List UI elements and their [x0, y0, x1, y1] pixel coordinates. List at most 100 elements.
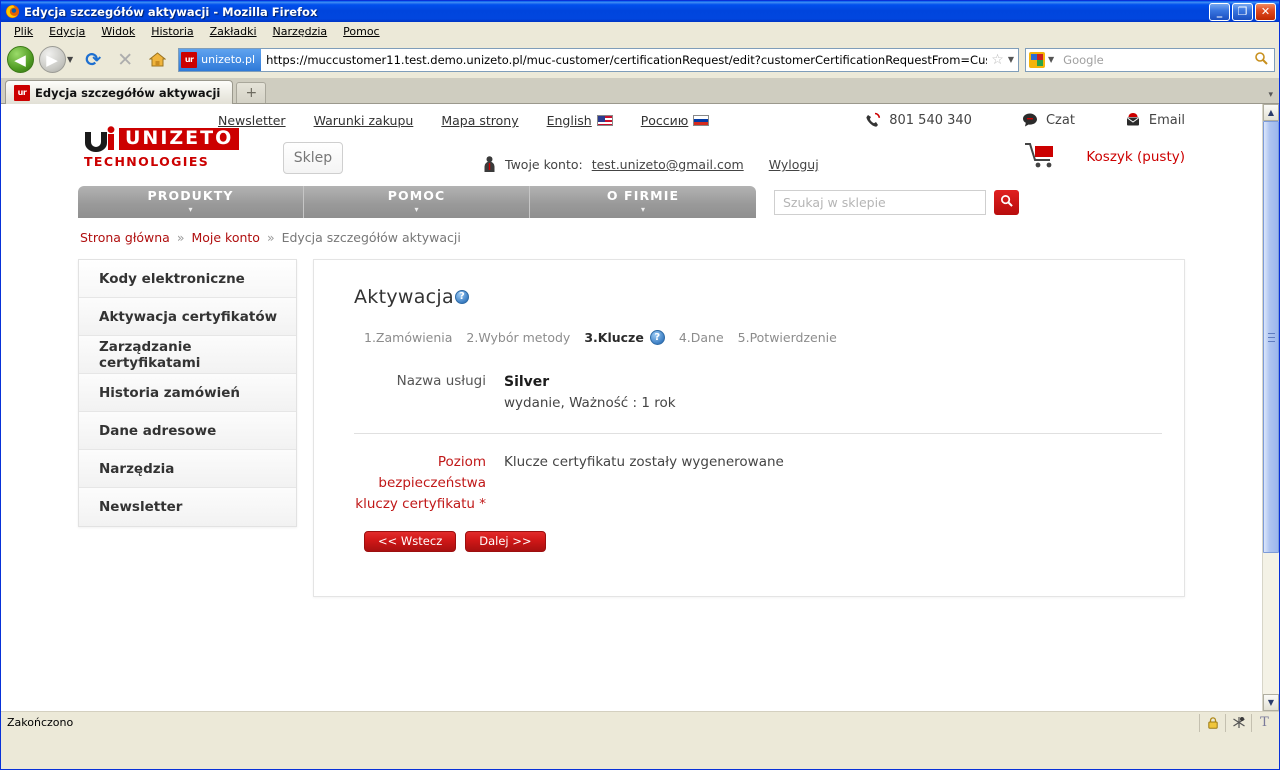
text-encoding-icon[interactable]: T: [1251, 713, 1277, 732]
contact-chat[interactable]: Czat: [1022, 112, 1075, 128]
wizard-step-2-label: 2.Wybór metody: [466, 330, 571, 345]
close-button[interactable]: ✕: [1255, 2, 1276, 21]
sidebar-item-dane-adresowe[interactable]: Dane adresowe: [79, 412, 296, 450]
menu-narzedzia[interactable]: Narzędzia: [266, 23, 335, 40]
top-link-warunki-zakupu[interactable]: Warunki zakupu: [314, 113, 414, 128]
breadcrumb-separator: »: [176, 230, 185, 245]
wizard-step-2[interactable]: 2.Wybór metody: [466, 330, 570, 345]
sidebar-item-narzedzia[interactable]: Narzędzia: [79, 450, 296, 488]
new-tab-button[interactable]: +: [236, 82, 267, 103]
menu-historia[interactable]: Historia: [144, 23, 200, 40]
scrollbar-thumb[interactable]: [1263, 121, 1279, 553]
field-value-nazwa-uslugi: Silver wydanie, Ważność : 1 rok: [504, 371, 676, 415]
maximize-button[interactable]: ❐: [1232, 2, 1253, 21]
text-encoding-glyph: T: [1260, 715, 1269, 730]
shop-search-input[interactable]: Szukaj w sklepie: [774, 189, 986, 215]
search-input[interactable]: Google: [1061, 53, 1251, 67]
title-bar: Edycja szczegółów aktywacji - Mozilla Fi…: [1, 1, 1279, 22]
top-link-english[interactable]: English: [547, 113, 613, 128]
wizard-step-3[interactable]: 3.Klucze ?: [584, 330, 665, 345]
search-icon: [1000, 194, 1013, 211]
reload-icon: ⟳: [85, 48, 102, 71]
minimize-button[interactable]: _: [1209, 2, 1230, 21]
email-icon: [1125, 112, 1141, 128]
sidebar-item-aktywacja-certyfikatow[interactable]: Aktywacja certyfikatów: [79, 298, 296, 336]
next-button[interactable]: Dalej >>: [465, 530, 546, 552]
cart-icon[interactable]: [1024, 142, 1058, 172]
lock-icon[interactable]: [1199, 713, 1225, 732]
nav-item-produkty[interactable]: PRODUKTY ▾: [78, 186, 304, 218]
menu-widok[interactable]: Widok: [94, 23, 142, 40]
sidebar-item-label: Narzędzia: [99, 460, 175, 477]
back-button[interactable]: ◀: [5, 45, 35, 75]
vertical-scrollbar[interactable]: ▲ ▼: [1262, 104, 1279, 711]
form-row-key-security-level: Poziom bezpieczeństwa kluczy certyfikatu…: [354, 432, 1162, 515]
reload-button[interactable]: ⟳: [78, 45, 108, 75]
top-link-russian[interactable]: Россию: [641, 113, 710, 128]
nav-item-pomoc-label: POMOC: [387, 188, 446, 204]
back-arrow-icon: ◀: [6, 46, 34, 73]
sklep-button[interactable]: Sklep: [283, 142, 343, 174]
top-link-russian-label: Россию: [640, 113, 689, 128]
wizard-step-5[interactable]: 5.Potwierdzenie: [738, 330, 837, 345]
shop-search-button[interactable]: [994, 189, 1019, 215]
menu-plik-label: Plik: [14, 25, 34, 38]
menu-pomoc[interactable]: Pomoc: [336, 23, 386, 40]
stop-button[interactable]: ✕: [110, 45, 140, 75]
nav-item-o-firmie[interactable]: O FIRMIE ▾: [530, 186, 756, 218]
site-container: Newsletter Warunki zakupu Mapa strony En…: [78, 104, 1185, 597]
status-icons: T: [1199, 713, 1277, 732]
back-button[interactable]: << Wstecz: [364, 530, 457, 552]
menu-plik[interactable]: Plik: [7, 23, 40, 40]
google-icon[interactable]: [1029, 51, 1045, 68]
top-links: Newsletter Warunki zakupu Mapa strony En…: [218, 113, 710, 128]
forward-button[interactable]: ▶: [37, 45, 67, 75]
chevron-down-icon[interactable]: ▼: [1008, 55, 1018, 64]
sidebar-item-label: Dane adresowe: [99, 422, 217, 439]
browser-window: Edycja szczegółów aktywacji - Mozilla Fi…: [0, 0, 1280, 770]
top-link-warunki-zakupu-label: Warunki zakupu: [313, 113, 414, 128]
tab-list-button[interactable]: ▾: [1268, 90, 1279, 103]
breadcrumb-item-strona-glowna[interactable]: Strona główna: [80, 230, 170, 245]
tab-edycja-szczegolow-aktywacji[interactable]: ur Edycja szczegółów aktywacji: [5, 80, 234, 104]
plugin-icon[interactable]: [1225, 713, 1251, 732]
browser-search-bar[interactable]: ▼ Google: [1025, 47, 1275, 72]
breadcrumb-item-moje-konto[interactable]: Moje konto: [191, 230, 259, 245]
chevron-down-icon[interactable]: ▼: [1048, 55, 1058, 64]
wizard-step-5-label: 5.Potwierdzenie: [737, 330, 837, 345]
nav-item-pomoc[interactable]: POMOC ▾: [304, 186, 530, 218]
menu-edycja[interactable]: Edycja: [42, 23, 92, 40]
tab-strip: ur Edycja szczegółów aktywacji + ▾: [1, 78, 1279, 104]
bookmark-star-icon[interactable]: ☆: [987, 52, 1008, 68]
menu-zakladki[interactable]: Zakładki: [203, 23, 264, 40]
sidebar-item-kody-elektroniczne[interactable]: Kody elektroniczne: [79, 260, 296, 298]
cart-box[interactable]: Koszyk (pusty): [1024, 142, 1185, 172]
scroll-up-button[interactable]: ▲: [1263, 104, 1279, 121]
sidebar-item-historia-zamowien[interactable]: Historia zamówień: [79, 374, 296, 412]
contact-email[interactable]: Email: [1125, 112, 1185, 128]
logout-link[interactable]: Wyloguj: [769, 157, 819, 172]
logo-subtitle: TECHNOLOGIES: [84, 154, 210, 169]
chevron-down-icon: ▾: [414, 204, 419, 214]
site-identity-badge[interactable]: ur unizeto.pl: [179, 48, 262, 71]
us-flag-icon: [596, 115, 613, 126]
wizard-step-1[interactable]: 1.Zamówienia: [364, 330, 452, 345]
search-icon[interactable]: [1254, 51, 1271, 69]
account-email-link[interactable]: test.unizeto@gmail.com: [592, 157, 744, 172]
wizard-step-4[interactable]: 4.Dane: [679, 330, 724, 345]
sidebar-item-zarzadzanie-certyfikatami[interactable]: Zarządzanie certyfikatami: [79, 336, 296, 374]
scrollbar-track[interactable]: [1263, 121, 1279, 694]
form-row-service-name: Nazwa usługi Silver wydanie, Ważność : 1…: [354, 371, 1162, 415]
wizard-steps: 1.Zamówienia 2.Wybór metody 3.Klucze ? 4…: [354, 330, 1162, 345]
home-button[interactable]: [142, 45, 172, 75]
scroll-down-button[interactable]: ▼: [1263, 694, 1279, 711]
help-icon[interactable]: ?: [649, 330, 665, 345]
site-logo[interactable]: UNIZETO TECHNOLOGIES: [83, 126, 273, 169]
help-icon[interactable]: ?: [454, 290, 469, 304]
url-input[interactable]: https://muccustomer11.test.demo.unizeto.…: [261, 53, 987, 67]
url-bar[interactable]: ur unizeto.pl https://muccustomer11.test…: [178, 47, 1019, 72]
top-link-mapa-strony[interactable]: Mapa strony: [441, 113, 518, 128]
sidebar-item-newsletter[interactable]: Newsletter: [79, 488, 296, 526]
chevron-down-icon[interactable]: ▼: [67, 55, 73, 64]
contact-phone[interactable]: 801 540 340: [865, 112, 972, 128]
